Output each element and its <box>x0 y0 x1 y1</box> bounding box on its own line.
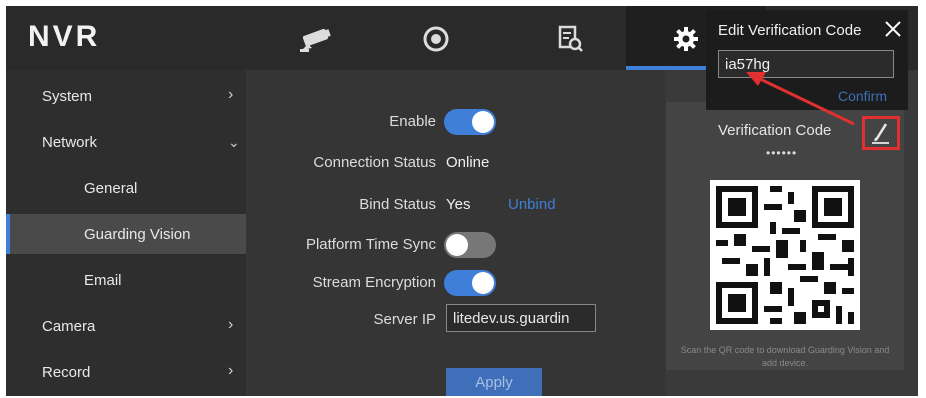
camera-icon[interactable] <box>296 22 336 56</box>
enable-toggle[interactable] <box>444 109 496 135</box>
sidebar-item-label: System <box>42 88 93 105</box>
dialog-title: Edit Verification Code <box>718 22 862 39</box>
chevron-right-icon: › <box>228 362 234 379</box>
sidebar-item-guarding-vision[interactable]: Guarding Vision <box>6 214 246 254</box>
sidebar-item-network[interactable]: Network ⌄ <box>6 122 246 162</box>
playback-icon[interactable] <box>416 22 456 56</box>
close-icon[interactable] <box>882 18 904 40</box>
enable-label: Enable <box>389 113 436 130</box>
sidebar-item-label: Record <box>42 364 91 381</box>
stream-encryption-toggle[interactable] <box>444 270 496 296</box>
apply-button[interactable]: Apply <box>446 368 542 396</box>
verification-code-input[interactable] <box>718 50 894 78</box>
sidebar-item-camera[interactable]: Camera › <box>6 306 246 346</box>
app-logo: NVR <box>28 20 101 53</box>
stream-encryption-label: Stream Encryption <box>312 274 436 291</box>
chevron-right-icon: › <box>228 316 234 333</box>
verification-code-masked: •••••• <box>766 146 798 160</box>
server-ip-label: Server IP <box>373 311 436 328</box>
pencil-icon <box>872 123 889 144</box>
connection-status-value: Online <box>446 154 490 171</box>
sidebar-item-email[interactable]: Email <box>6 260 246 300</box>
chevron-right-icon: › <box>228 86 234 103</box>
qr-code <box>710 180 860 330</box>
sidebar-item-label: General <box>84 180 138 197</box>
qr-note: Scan the QR code to download Guarding Vi… <box>680 345 890 368</box>
guarding-vision-settings: Enable Connection Status Online Bind Sta… <box>246 70 666 396</box>
sidebar: System › Network ⌄ General Guarding Visi… <box>6 70 246 396</box>
sidebar-item-label: Network <box>42 134 98 151</box>
unbind-link[interactable]: Unbind <box>508 196 556 213</box>
bind-status-value: Yes <box>446 196 471 213</box>
sidebar-item-label: Guarding Vision <box>84 226 191 243</box>
edit-verification-code-button[interactable] <box>862 116 900 150</box>
verification-code-label: Verification Code <box>718 122 832 139</box>
confirm-button[interactable]: Confirm <box>838 88 887 104</box>
sidebar-item-general[interactable]: General <box>6 168 246 208</box>
platform-time-sync-label: Platform Time Sync <box>305 236 436 253</box>
edit-verification-code-dialog: Edit Verification Code Confirm <box>706 10 908 110</box>
toggle-knob <box>446 234 468 256</box>
bind-status-label: Bind Status <box>359 196 436 213</box>
nvr-app: NVR System › Network ⌄ General Guarding … <box>6 6 918 396</box>
sidebar-item-record[interactable]: Record › <box>6 352 246 392</box>
server-ip-input[interactable] <box>446 304 596 332</box>
platform-time-sync-toggle[interactable] <box>444 232 496 258</box>
connection-status-label: Connection Status <box>313 154 436 171</box>
sidebar-item-label: Camera <box>42 318 96 335</box>
sidebar-item-label: Email <box>84 272 122 289</box>
search-file-icon[interactable] <box>551 22 591 56</box>
toggle-knob <box>472 111 494 133</box>
sidebar-item-system[interactable]: System › <box>6 76 246 116</box>
gear-icon <box>666 22 706 56</box>
toggle-knob <box>472 272 494 294</box>
chevron-down-icon: ⌄ <box>228 134 240 150</box>
